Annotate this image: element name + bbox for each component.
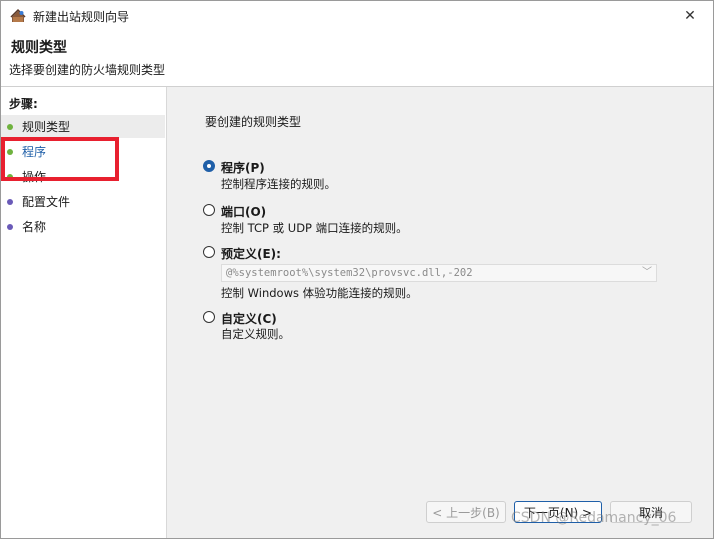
step-done-dot-icon xyxy=(7,123,13,130)
radio-port[interactable] xyxy=(203,204,215,216)
step-pending-dot-icon xyxy=(7,223,13,230)
title-bar: 新建出站规则向导 ✕ xyxy=(1,1,713,31)
content-heading: 要创建的规则类型 xyxy=(205,115,302,129)
sidebar-item-name[interactable]: 名称 xyxy=(1,215,165,238)
wizard-window: 新建出站规则向导 ✕ 规则类型 选择要创建的防火墙规则类型 步骤: 规则类型 程… xyxy=(0,0,714,539)
radio-custom[interactable] xyxy=(203,311,215,323)
sidebar-item-rule-type[interactable]: 规则类型 xyxy=(1,115,165,138)
chevron-down-icon: ﹀ xyxy=(642,267,652,278)
highlight-annotation-box xyxy=(1,137,119,181)
sidebar-item-label: 规则类型 xyxy=(22,120,71,134)
option-port-desc: 控制 TCP 或 UDP 端口连接的规则。 xyxy=(221,221,408,235)
radio-predefined[interactable] xyxy=(203,246,215,258)
predefined-select[interactable]: @%systemroot%\system32\provsvc.dll,-202 … xyxy=(221,264,657,282)
option-custom-desc: 自定义规则。 xyxy=(221,327,290,341)
option-program-title[interactable]: 程序(P) xyxy=(221,159,265,176)
page-title: 规则类型 xyxy=(11,40,67,56)
radio-program[interactable] xyxy=(203,160,215,172)
option-custom-title[interactable]: 自定义(C) xyxy=(221,310,277,327)
option-program-desc: 控制程序连接的规则。 xyxy=(221,177,336,191)
close-button[interactable]: ✕ xyxy=(667,1,713,31)
sidebar-item-label: 名称 xyxy=(22,220,47,234)
predefined-select-value: @%systemroot%\system32\provsvc.dll,-202 xyxy=(226,267,473,279)
watermark: CSDN @Redamancy_06 xyxy=(511,510,677,526)
sidebar-item-profile[interactable]: 配置文件 xyxy=(1,190,165,213)
back-button[interactable]: < 上一步(B) xyxy=(426,501,506,523)
wizard-content: 要创建的规则类型 程序(P) 控制程序连接的规则。 端口(O) 控制 TCP 或… xyxy=(167,87,713,538)
page-subtitle: 选择要创建的防火墙规则类型 xyxy=(9,63,166,77)
steps-label: 步骤: xyxy=(9,97,38,111)
option-port-title[interactable]: 端口(O) xyxy=(221,203,266,220)
step-pending-dot-icon xyxy=(7,198,13,205)
firewall-icon xyxy=(10,8,26,22)
sidebar-item-label: 配置文件 xyxy=(22,195,71,209)
option-predefined-title[interactable]: 预定义(E): xyxy=(221,245,281,262)
close-icon: ✕ xyxy=(684,8,696,24)
window-title: 新建出站规则向导 xyxy=(33,10,130,24)
option-predefined-desc: 控制 Windows 体验功能连接的规则。 xyxy=(221,286,418,300)
